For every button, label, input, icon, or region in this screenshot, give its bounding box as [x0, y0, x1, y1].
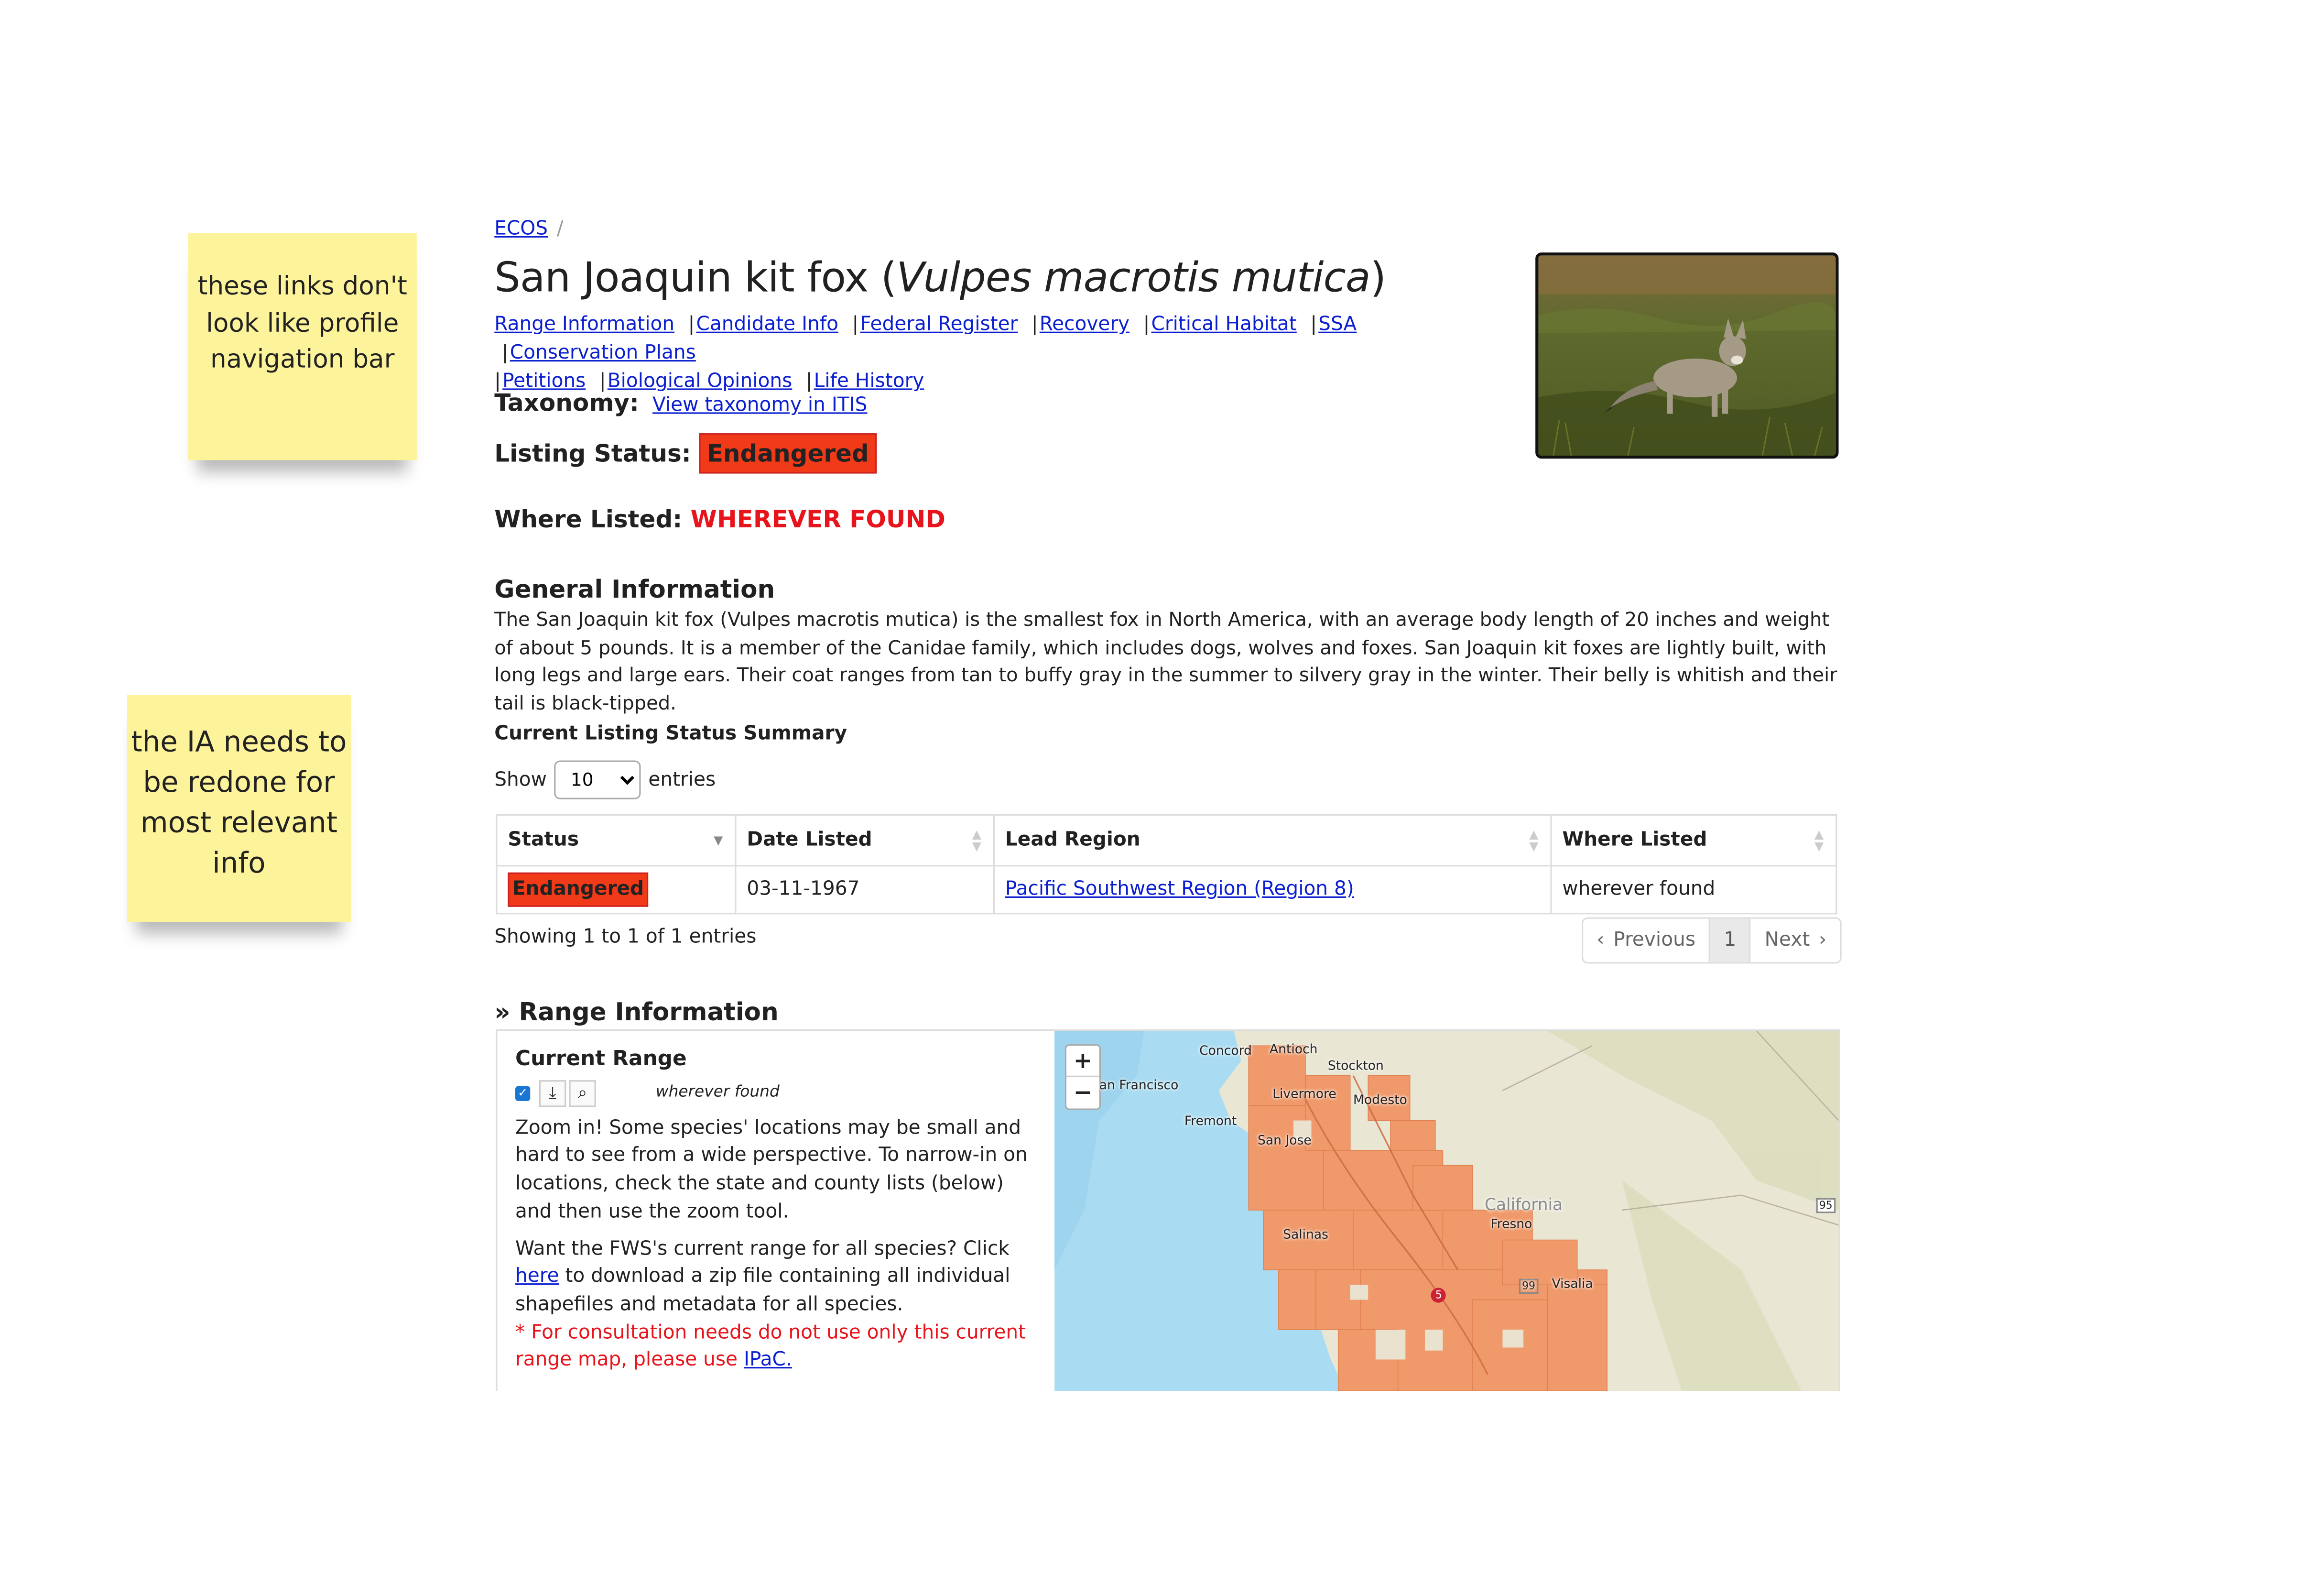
chevron-left-icon: ‹ — [1596, 929, 1605, 952]
entries-per-page-select[interactable]: 10 — [554, 760, 641, 799]
where-listed-cell: wherever found — [1550, 865, 1837, 915]
status-cell: Endangered — [496, 865, 737, 915]
layer-tools: ✓ ⤓ ⌕ wherever found — [515, 1080, 1038, 1107]
entries-length-control: Show 10 entries — [494, 760, 716, 799]
column-header-date-listed[interactable]: Date Listed ▲ ▼ — [735, 814, 995, 867]
nav-link-ssa[interactable]: SSA — [1318, 314, 1357, 336]
map-label-salinas: Salinas — [1283, 1228, 1328, 1243]
range-map[interactable]: + − Concord Antioch Stockton an Francisc… — [1054, 1031, 1839, 1391]
download-all-ranges-link[interactable]: here — [515, 1266, 559, 1288]
common-name: San Joaquin kit fox — [494, 254, 869, 302]
species-photo — [1535, 252, 1839, 459]
profile-nav-links: Range Information | Candidate Info | Feder… — [494, 314, 1357, 393]
range-legend: Current Range ✓ ⤓ ⌕ wherever found Zoom … — [515, 1046, 1038, 1376]
nav-link-candidate-info[interactable]: Candidate Info — [696, 314, 838, 336]
page-1-button[interactable]: 1 — [1709, 918, 1751, 962]
fws-range-text: Want the FWS's current range for all spe… — [515, 1237, 1010, 1316]
nav-link-critical-habitat[interactable]: Critical Habitat — [1151, 314, 1297, 336]
map-label-antioch: Antioch — [1269, 1043, 1318, 1058]
map-zoom-out-button[interactable]: − — [1066, 1077, 1099, 1107]
highway-95-shield: 95 — [1816, 1198, 1836, 1213]
download-icon[interactable]: ⤓ — [539, 1080, 566, 1107]
show-label: Show — [494, 768, 547, 791]
listing-status-table: Status ▼ Date Listed ▲ ▼ Lead Region ▲ ▼ Wher… — [496, 814, 1837, 915]
chevron-right-icon: › — [1819, 929, 1827, 952]
breadcrumb: ECOS / — [494, 218, 563, 240]
table-info: Showing 1 to 1 of 1 entries — [494, 926, 757, 949]
sticky-note-ia: the IA needs to be redone for most relev… — [127, 694, 351, 922]
nav-link-range-information[interactable]: Range Information — [494, 314, 674, 336]
layer-label: wherever found — [655, 1083, 780, 1102]
where-listed-row: Where Listed: WHEREVER FOUND — [494, 505, 945, 533]
general-info-text: The San Joaquin kit fox (Vulpes macrotis… — [494, 609, 1837, 716]
zoom-to-layer-icon[interactable]: ⌕ — [569, 1080, 596, 1107]
page-title: San Joaquin kit fox (Vulpes macrotis mut… — [494, 254, 1386, 302]
date-listed-cell: 03-11-1967 — [735, 865, 995, 915]
where-listed-value: WHEREVER FOUND — [690, 505, 945, 534]
consultation-warning: * For consultation needs do not use only… — [515, 1322, 1026, 1372]
kit-fox-photo-image — [1538, 255, 1836, 456]
map-zoom-in-button[interactable]: + — [1066, 1046, 1099, 1077]
breadcrumb-separator: / — [556, 218, 564, 241]
zoom-in-text: Zoom in! Some species' locations may be … — [515, 1117, 1028, 1223]
table-row: Endangered 03-11-1967 Pacific Southwest … — [496, 865, 1837, 915]
itis-taxonomy-link[interactable]: View taxonomy in ITIS — [652, 394, 867, 417]
sticky-note-nav-links: these links don't look like profile navi… — [188, 233, 417, 460]
map-label-california: California — [1484, 1195, 1563, 1215]
map-label-san-jose: San Jose — [1257, 1134, 1312, 1149]
map-label-fresno: Fresno — [1490, 1217, 1532, 1233]
nav-link-recovery[interactable]: Recovery — [1040, 314, 1129, 336]
pagination: ‹ Previous 1 Next › — [1582, 917, 1842, 964]
column-header-status[interactable]: Status ▼ — [496, 814, 737, 867]
map-label-concord: Concord — [1199, 1044, 1252, 1060]
column-header-where-listed[interactable]: Where Listed ▲ ▼ — [1550, 814, 1837, 867]
range-info-heading: » Range Information — [494, 998, 779, 1027]
current-range-title: Current Range — [515, 1047, 687, 1071]
map-label-fremont: Fremont — [1184, 1114, 1237, 1130]
layer-visibility-checkbox[interactable]: ✓ — [515, 1085, 531, 1101]
lead-region-link[interactable]: Pacific Southwest Region (Region 8) — [1005, 878, 1354, 901]
sort-icon: ▲ ▼ — [972, 828, 981, 853]
table-header-row: Status ▼ Date Listed ▲ ▼ Lead Region ▲ ▼ Wher… — [496, 814, 1837, 867]
column-header-lead-region[interactable]: Lead Region ▲ ▼ — [993, 814, 1552, 867]
sort-icon: ▲ ▼ — [1814, 828, 1824, 853]
listing-summary-heading: Current Listing Status Summary — [494, 723, 847, 746]
listing-status-label: Listing Status: — [494, 439, 691, 468]
scientific-name: Vulpes macrotis mutica — [896, 254, 1370, 302]
nav-link-federal-register[interactable]: Federal Register — [860, 314, 1018, 336]
sort-icon: ▲ ▼ — [1529, 828, 1539, 853]
listing-status-badge: Endangered — [699, 433, 877, 474]
taxonomy-row: Taxonomy: View taxonomy in ITIS — [494, 388, 867, 416]
page: these links don't look like profile navi… — [0, 0, 2324, 1573]
status-badge: Endangered — [508, 872, 649, 907]
listing-status-row: Listing Status: Endangered — [494, 433, 877, 474]
sort-desc-icon: ▼ — [714, 833, 723, 847]
highway-99-shield: 99 — [1519, 1278, 1539, 1294]
map-label-stockton: Stockton — [1327, 1059, 1384, 1074]
taxonomy-label: Taxonomy: — [494, 388, 639, 417]
lead-region-cell: Pacific Southwest Region (Region 8) — [993, 865, 1552, 915]
range-panel: Current Range ✓ ⤓ ⌕ wherever found Zoom … — [496, 1029, 1840, 1391]
previous-page-button[interactable]: ‹ Previous — [1583, 919, 1709, 962]
map-label-san-francisco: an Francisco — [1099, 1079, 1179, 1094]
breadcrumb-home-link[interactable]: ECOS — [494, 218, 548, 240]
nav-link-conservation-plans[interactable]: Conservation Plans — [510, 342, 696, 365]
where-listed-label: Where Listed: — [494, 505, 683, 534]
ipac-link[interactable]: IPaC. — [744, 1350, 792, 1372]
general-info-heading: General Information — [494, 575, 775, 604]
map-label-livermore: Livermore — [1272, 1087, 1336, 1103]
map-label-modesto: Modesto — [1353, 1093, 1407, 1109]
map-zoom-control: + − — [1064, 1044, 1101, 1110]
map-label-visalia: Visalia — [1552, 1277, 1593, 1292]
next-page-button[interactable]: Next › — [1751, 919, 1840, 962]
entries-label: entries — [648, 768, 716, 791]
